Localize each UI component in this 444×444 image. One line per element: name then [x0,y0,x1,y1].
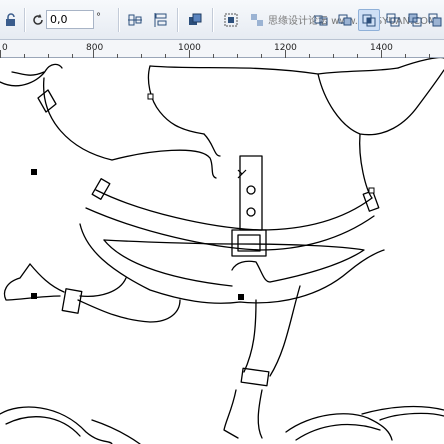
ruler-label: 1400 [370,43,393,53]
suspender-strap [239,155,263,231]
toolbar-separator [24,8,26,32]
property-bar: ° 思缘设计论坛 www.MISSYUAN.COM [0,0,444,40]
ungroup-icon[interactable] [246,9,268,31]
distribute-icon[interactable] [150,9,172,31]
right-leg-inner [243,299,257,373]
ground-curve-left [0,406,113,444]
lock-icon[interactable] [0,9,22,31]
angle-unit-label: ° [96,12,101,23]
ruler-label: 800 [86,43,104,53]
simplify-icon[interactable] [382,9,404,31]
right-boot [223,389,239,439]
ruler-label: 1200 [274,43,297,53]
front-minus-back-icon[interactable] [404,9,426,31]
torso-top [147,65,205,135]
group-icon[interactable] [220,9,242,31]
rotation-angle-input[interactable] [46,10,94,29]
node-handle [147,93,154,100]
horizontal-ruler[interactable]: 0 800 1000 1200 1400 [0,40,444,58]
belly-curl [111,149,217,179]
drawing-canvas[interactable] [0,58,444,444]
left-leg [77,299,181,323]
selection-handle [31,169,37,175]
selection-handle [31,293,37,299]
selection-handle [238,294,244,300]
shorts-cuff [103,239,365,283]
right-shoulder [317,69,444,136]
sleeve-left [43,77,113,161]
character-outline-drawing [0,58,444,444]
ruler-label: 0 [2,43,8,53]
right-leg-outer [269,285,301,377]
arrange-icon[interactable] [184,9,206,31]
toolbar-separator [118,8,120,32]
trim-icon[interactable] [334,9,356,31]
belt-top [95,189,373,231]
ruler-label: 1000 [178,43,201,53]
belt-buckle [231,229,267,257]
toolbar-separator [212,8,214,32]
weld-icon[interactable] [310,9,332,31]
rotation-marker-icon [237,169,247,179]
toolbar-separator [177,8,179,32]
align-icon[interactable] [124,9,146,31]
node-handle [368,187,375,194]
intersect-icon[interactable] [358,9,380,31]
back-minus-front-icon[interactable] [424,9,444,31]
